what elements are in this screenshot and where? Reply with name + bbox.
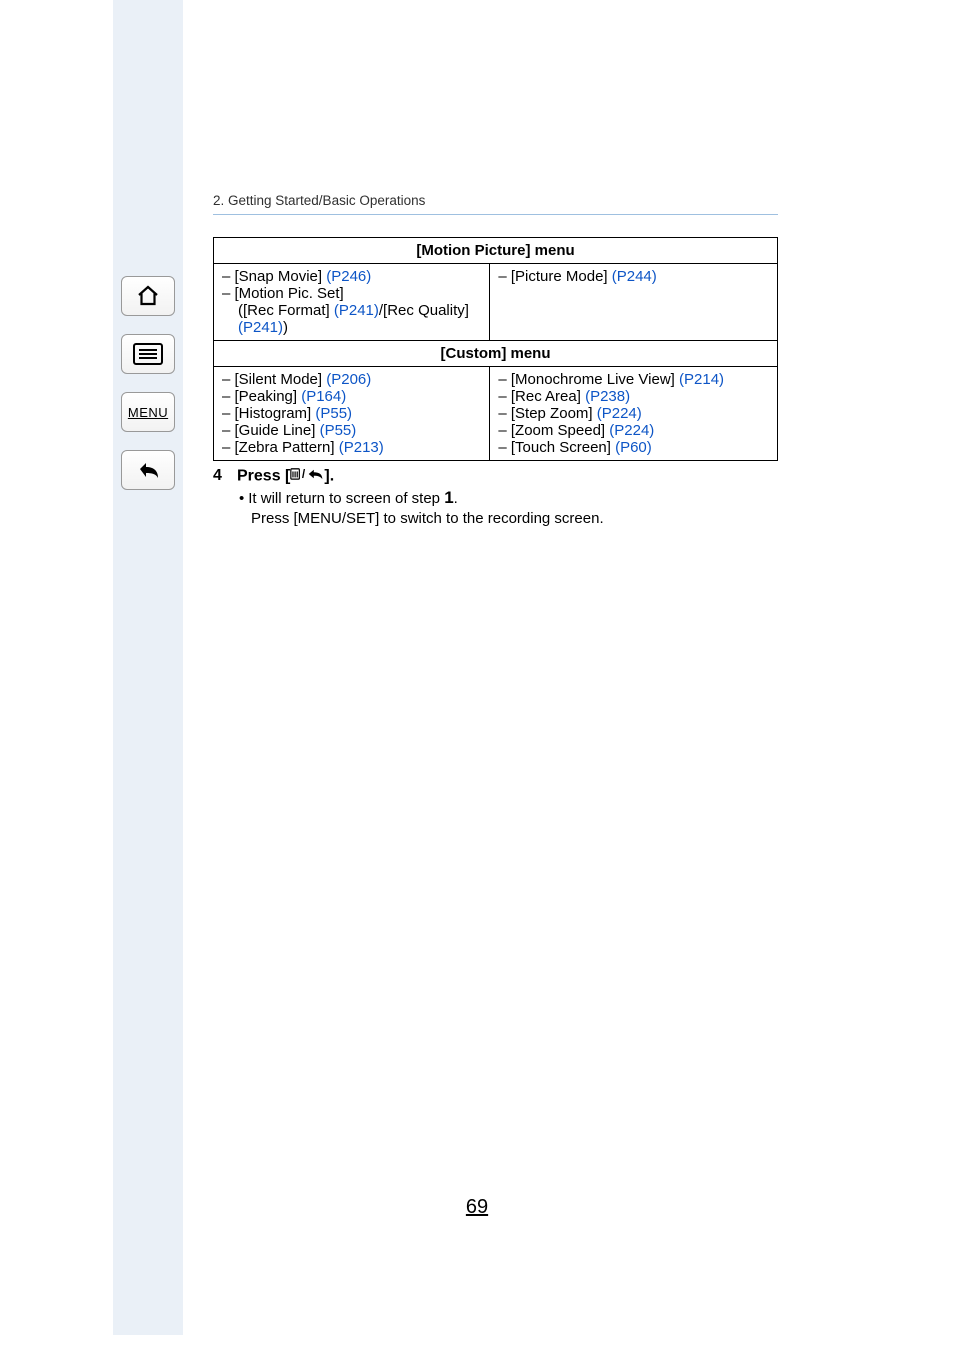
list-item: – [Step Zoom] (P224) xyxy=(498,405,769,422)
page-link[interactable]: (P213) xyxy=(339,439,384,456)
table-row: – [Silent Mode] (P206) – [Peaking] (P164… xyxy=(214,367,778,461)
page-link[interactable]: (P55) xyxy=(315,405,352,422)
item-text: ([Rec Format] xyxy=(238,302,334,319)
item-text: – [Histogram] xyxy=(222,405,315,422)
table-row: – [Snap Movie] (P246) – [Motion Pic. Set… xyxy=(214,264,778,341)
step-ref: 1 xyxy=(444,488,453,507)
item-text: – [Zoom Speed] xyxy=(498,422,609,439)
list-item: – [Motion Pic. Set] xyxy=(222,285,481,302)
menu-table: [Motion Picture] menu – [Snap Movie] (P2… xyxy=(213,237,778,461)
item-text: – [Snap Movie] xyxy=(222,268,326,285)
list-item: – [Monochrome Live View] (P214) xyxy=(498,371,769,388)
section-divider xyxy=(213,214,778,215)
page-link[interactable]: (P244) xyxy=(612,268,657,285)
page-link[interactable]: (P224) xyxy=(597,405,642,422)
step-title-before: Press [ xyxy=(237,468,290,485)
list-item: – [Picture Mode] (P244) xyxy=(498,268,769,285)
page-link[interactable]: (P224) xyxy=(609,422,654,439)
sidebar-icons: MENU xyxy=(113,276,183,490)
step-number: 4 xyxy=(213,467,237,485)
page-link[interactable]: (P246) xyxy=(326,268,371,285)
page-link[interactable]: (P238) xyxy=(585,388,630,405)
list-item: – [Rec Area] (P238) xyxy=(498,388,769,405)
page-number: 69 xyxy=(0,1196,954,1219)
list-item: – [Touch Screen] (P60) xyxy=(498,439,769,456)
item-text: – [Guide Line] xyxy=(222,422,320,439)
item-text: – [Silent Mode] xyxy=(222,371,326,388)
menu-label: MENU xyxy=(128,405,168,420)
item-text: /[Rec Quality] xyxy=(379,302,469,319)
bullet-tail: . xyxy=(454,490,458,507)
list-item: – [Snap Movie] (P246) xyxy=(222,268,481,285)
page-link[interactable]: (P241) xyxy=(238,319,283,336)
item-text: – [Step Zoom] xyxy=(498,405,596,422)
item-text: – [Picture Mode] xyxy=(498,268,611,285)
back-icon[interactable] xyxy=(121,450,175,490)
item-text: – [Monochrome Live View] xyxy=(498,371,679,388)
item-text: – [Zebra Pattern] xyxy=(222,439,339,456)
toc-icon[interactable] xyxy=(121,334,175,374)
step-bullet: •It will return to screen of step 1. xyxy=(237,488,778,508)
item-text: – [Rec Area] xyxy=(498,388,585,405)
list-item: (P241)) xyxy=(222,319,481,336)
item-text: – [Motion Pic. Set] xyxy=(222,285,344,302)
step-title-after: ]. xyxy=(324,468,334,485)
motion-picture-header: [Motion Picture] menu xyxy=(214,238,778,264)
bullet-text: It will return to screen of step xyxy=(248,490,444,507)
list-item: – [Peaking] (P164) xyxy=(222,388,481,405)
list-item: – [Zoom Speed] (P224) xyxy=(498,422,769,439)
home-icon[interactable] xyxy=(121,276,175,316)
content-area: 2. Getting Started/Basic Operations [Mot… xyxy=(213,193,778,527)
step-row: 4 Press [ /]. •It will return to screen o… xyxy=(213,467,778,527)
page-link[interactable]: (P164) xyxy=(301,388,346,405)
step-title: Press [ /]. xyxy=(237,467,778,486)
page-link[interactable]: (P241) xyxy=(334,302,379,319)
list-item: – [Silent Mode] (P206) xyxy=(222,371,481,388)
page-link[interactable]: (P60) xyxy=(615,439,652,456)
menu-icon[interactable]: MENU xyxy=(121,392,175,432)
list-item: – [Histogram] (P55) xyxy=(222,405,481,422)
bullet-dot-icon: • xyxy=(239,490,244,507)
item-text: ) xyxy=(283,319,288,336)
page-link[interactable]: (P206) xyxy=(326,371,371,388)
svg-text:/: / xyxy=(302,467,306,481)
item-text: – [Touch Screen] xyxy=(498,439,615,456)
delete-back-icon: / xyxy=(290,467,324,486)
custom-menu-header: [Custom] menu xyxy=(214,341,778,367)
step-note: Press [MENU/SET] to switch to the record… xyxy=(251,510,778,527)
list-item: – [Zebra Pattern] (P213) xyxy=(222,439,481,456)
list-item: – [Guide Line] (P55) xyxy=(222,422,481,439)
left-banner xyxy=(113,0,183,1335)
breadcrumb: 2. Getting Started/Basic Operations xyxy=(213,193,778,208)
item-text: – [Peaking] xyxy=(222,388,301,405)
page-link[interactable]: (P55) xyxy=(320,422,357,439)
list-item: ([Rec Format] (P241)/[Rec Quality] xyxy=(222,302,481,319)
page-link[interactable]: (P214) xyxy=(679,371,724,388)
